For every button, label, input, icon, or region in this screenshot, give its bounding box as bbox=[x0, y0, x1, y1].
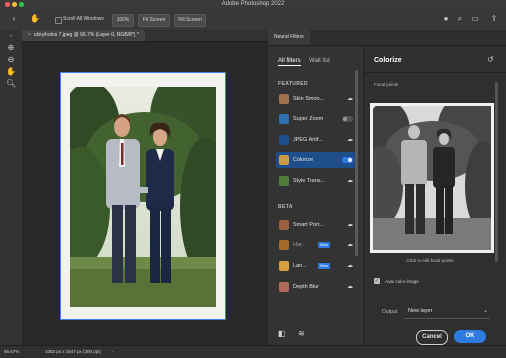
layers-icon[interactable]: ≋ bbox=[298, 329, 307, 338]
fill-screen-button[interactable]: Fill Screen bbox=[174, 14, 206, 27]
workspace-icon[interactable]: ▭ bbox=[468, 14, 482, 24]
filter-name: Smart Port... bbox=[293, 222, 324, 228]
tab-all-filters[interactable]: All filters bbox=[278, 58, 301, 66]
filter-smart-portrait[interactable]: Smart Port... ☁ bbox=[276, 217, 356, 233]
neural-filters-panel-header: Neural Filters bbox=[268, 30, 506, 46]
filter-depth-blur[interactable]: Depth Blur ☁ bbox=[276, 279, 356, 295]
new-badge: New bbox=[318, 242, 331, 248]
filter-landscape-mixer[interactable]: Lan... New ☁ bbox=[276, 258, 356, 274]
focal-points-label: Focal points bbox=[374, 82, 399, 87]
filter-thumbnail bbox=[279, 135, 289, 145]
filter-name: Depth Blur bbox=[293, 284, 319, 290]
filter-thumbnail bbox=[279, 220, 289, 230]
new-badge: New bbox=[318, 263, 331, 269]
subtract-icon[interactable]: ⊖ bbox=[6, 55, 16, 65]
filter-name: JPEG Artif... bbox=[293, 137, 323, 143]
zoom-tool-icon[interactable]: 🔍︎ bbox=[6, 79, 16, 89]
close-tab-icon[interactable]: × bbox=[28, 32, 31, 38]
filter-name: Super Zoom bbox=[293, 116, 324, 122]
toggle-knob bbox=[348, 158, 352, 162]
document-tab-bar: × old-photos 7.jpeg @ 66.7% (Layer 0, RGB… bbox=[22, 30, 268, 42]
hand-tool-icon[interactable]: ✋ bbox=[6, 67, 16, 77]
filter-toggle[interactable] bbox=[342, 116, 353, 122]
collapse-toolbar-icon[interactable]: » bbox=[4, 33, 18, 39]
document-tab[interactable]: × old-photos 7.jpeg @ 66.7% (Layer 0, RGB… bbox=[22, 30, 145, 41]
reset-icon[interactable]: ↺ bbox=[487, 55, 494, 64]
filter-list: All filters Wait list FEATURED Skin Smoo… bbox=[268, 46, 364, 345]
filter-list-scrollbar[interactable] bbox=[355, 70, 358, 256]
document-tab-title: old-photos 7.jpeg @ 66.7% (Layer 0, RGB/… bbox=[33, 32, 139, 38]
divider bbox=[364, 72, 506, 73]
focal-points-preview[interactable] bbox=[370, 103, 494, 253]
status-arrow-icon[interactable]: › bbox=[112, 346, 114, 358]
ok-button[interactable]: OK bbox=[454, 330, 486, 343]
search-icon[interactable]: ⌕ bbox=[455, 14, 465, 24]
filter-thumbnail bbox=[279, 114, 289, 124]
zoom-100-button[interactable]: 100% bbox=[112, 14, 134, 27]
fit-screen-button[interactable]: Fit Screen bbox=[138, 14, 170, 27]
output-label: Output bbox=[382, 309, 398, 315]
cloud-download-icon[interactable]: ☁ bbox=[347, 279, 353, 295]
chevron-down-icon: ⌄ bbox=[482, 308, 488, 314]
detail-title: Colorize bbox=[374, 57, 402, 64]
filter-thumbnail bbox=[279, 282, 289, 292]
add-icon[interactable]: ⊕ bbox=[6, 43, 16, 53]
cloud-download-icon[interactable]: ☁ bbox=[347, 237, 353, 253]
filter-toggle[interactable] bbox=[342, 157, 353, 163]
hand-icon[interactable]: ✋ bbox=[30, 14, 40, 24]
document-image[interactable] bbox=[60, 72, 226, 320]
zoom-level: 66.67% bbox=[4, 349, 20, 354]
output-select[interactable]: New layer ⌄ bbox=[404, 304, 490, 319]
scroll-all-windows-label: Scroll All Windows bbox=[63, 16, 104, 22]
toggle-knob bbox=[343, 117, 347, 121]
options-bar: ‹ ✋ Scroll All Windows 100% Fit Screen F… bbox=[0, 9, 506, 31]
filter-style-transfer[interactable]: Style Trans... ☁ bbox=[276, 173, 356, 189]
cloud-download-icon[interactable]: ☁ bbox=[347, 217, 353, 233]
window-title: Adobe Photoshop 2022 bbox=[221, 1, 285, 7]
beta-section-label: BETA bbox=[278, 204, 293, 210]
neural-filters-tab[interactable]: Neural Filters bbox=[268, 30, 310, 45]
share-icon[interactable]: ⇪ bbox=[489, 14, 499, 24]
tab-wait-list[interactable]: Wait list bbox=[309, 58, 330, 64]
account-icon[interactable]: ● bbox=[441, 14, 451, 24]
filter-name: Har... bbox=[293, 242, 307, 248]
scroll-all-windows-checkbox[interactable] bbox=[55, 17, 62, 24]
auto-color-checkbox[interactable]: ✓ bbox=[374, 278, 380, 284]
filter-super-zoom[interactable]: Super Zoom bbox=[276, 111, 356, 127]
cloud-download-icon[interactable]: ☁ bbox=[347, 258, 353, 274]
featured-section-label: FEATURED bbox=[278, 81, 309, 87]
auto-color-label: Auto color image bbox=[385, 279, 419, 284]
cancel-button[interactable]: Cancel bbox=[416, 330, 448, 345]
filter-thumbnail bbox=[279, 240, 289, 250]
back-icon[interactable]: ‹ bbox=[9, 14, 19, 24]
grayscale-photo bbox=[373, 106, 491, 250]
filter-colorize[interactable]: Colorize bbox=[276, 152, 356, 168]
cloud-download-icon[interactable]: ☁ bbox=[347, 91, 353, 107]
filter-thumbnail bbox=[279, 94, 289, 104]
toolbar: » ⊕ ⊖ ✋ 🔍︎ bbox=[0, 30, 23, 345]
status-bar: 66.67% 1053 px x 1547 px (300 ppi) › bbox=[0, 345, 506, 358]
filter-thumbnail bbox=[279, 261, 289, 271]
focal-points-hint: Click to edit focal points bbox=[406, 258, 454, 263]
compare-icon[interactable]: ◧ bbox=[278, 329, 287, 338]
filter-thumbnail bbox=[279, 155, 289, 165]
cloud-download-icon[interactable]: ☁ bbox=[347, 173, 353, 189]
output-value: New layer bbox=[408, 308, 433, 314]
filter-name: Style Trans... bbox=[293, 178, 326, 184]
filter-skin-smoothing[interactable]: Skin Smoo... ☁ bbox=[276, 91, 356, 107]
filter-name: Lan... bbox=[293, 263, 307, 269]
photo-couple bbox=[70, 87, 216, 307]
filter-name: Colorize bbox=[293, 157, 314, 163]
filter-thumbnail bbox=[279, 176, 289, 186]
document-dimensions: 1053 px x 1547 px (300 ppi) bbox=[45, 349, 101, 354]
detail-scrollbar[interactable] bbox=[495, 82, 498, 262]
filter-harmonization[interactable]: Har... New ☁ bbox=[276, 237, 356, 253]
cloud-download-icon[interactable]: ☁ bbox=[347, 132, 353, 148]
filter-jpeg-artifacts[interactable]: JPEG Artif... ☁ bbox=[276, 132, 356, 148]
filter-name: Skin Smoo... bbox=[293, 96, 325, 102]
title-bar: Adobe Photoshop 2022 bbox=[0, 0, 506, 9]
